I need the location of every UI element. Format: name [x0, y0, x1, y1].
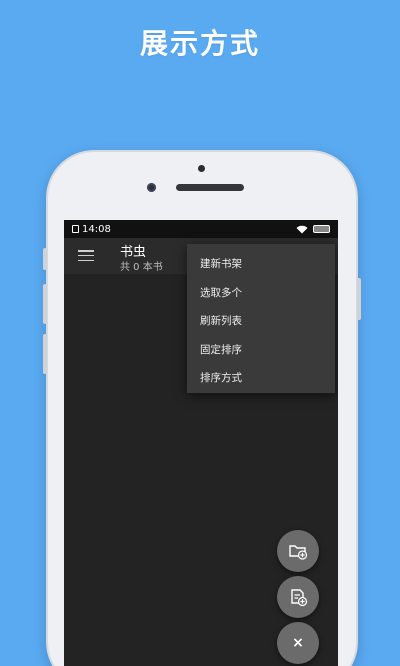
proximity-sensor [198, 165, 205, 172]
status-icons [296, 225, 330, 234]
add-file-button[interactable] [277, 576, 319, 618]
power-button [357, 278, 361, 320]
volume-down-button [43, 334, 47, 374]
mute-switch [43, 248, 47, 270]
volume-up-button [43, 284, 47, 324]
app-screen: 14:08 书虫 共 0 本书 建新书架 选取多个 刷新列表 固定排序 排序方式 [64, 220, 338, 666]
file-add-icon [291, 589, 308, 607]
overflow-popup-menu: 建新书架 选取多个 刷新列表 固定排序 排序方式 [187, 244, 335, 393]
menu-item-select-multiple[interactable]: 选取多个 [187, 279, 335, 308]
sim-card-icon [72, 225, 79, 233]
front-camera [147, 183, 156, 192]
menu-item-sort-mode[interactable]: 排序方式 [187, 364, 335, 393]
menu-item-refresh-list[interactable]: 刷新列表 [187, 307, 335, 336]
close-fab-button[interactable]: × [277, 622, 319, 664]
book-count: 共 0 本书 [120, 262, 163, 273]
status-time: 14:08 [82, 223, 111, 235]
status-bar: 14:08 [64, 220, 338, 238]
folder-add-icon [289, 545, 308, 560]
hamburger-menu-icon[interactable] [78, 250, 94, 261]
earpiece-speaker [176, 184, 244, 191]
phone-frame: 14:08 书虫 共 0 本书 建新书架 选取多个 刷新列表 固定排序 排序方式 [43, 150, 361, 666]
add-folder-button[interactable] [277, 530, 319, 572]
menu-item-fixed-sort[interactable]: 固定排序 [187, 336, 335, 365]
promo-banner-title: 展示方式 [139, 27, 260, 60]
battery-icon [313, 225, 330, 233]
wifi-icon [296, 225, 308, 233]
menu-item-new-shelf[interactable]: 建新书架 [187, 250, 335, 279]
